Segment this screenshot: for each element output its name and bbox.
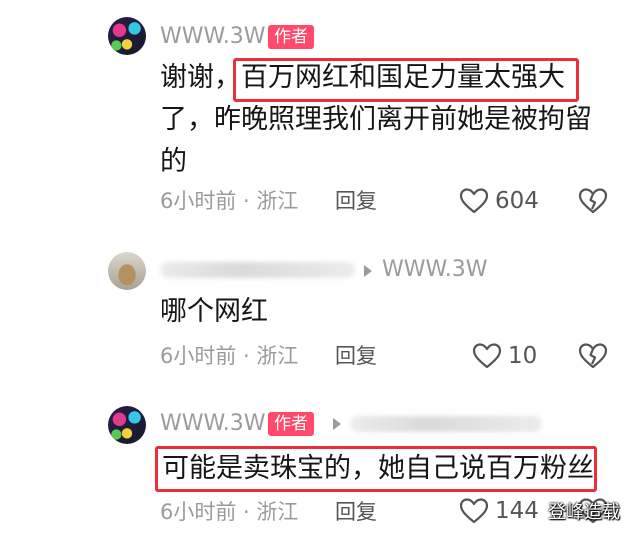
comment-time-location: 6小时前 · 浙江 (160, 189, 299, 213)
like-count: 604 (495, 188, 539, 214)
watermark: 登峰造载 (548, 502, 620, 523)
comment-time-location: 6小时前 · 浙江 (160, 500, 299, 524)
avatar[interactable] (108, 252, 146, 290)
like-count: 144 (495, 498, 539, 524)
broken-heart-icon[interactable] (578, 187, 608, 215)
like-count: 10 (508, 343, 538, 369)
blurred-username[interactable] (350, 416, 542, 432)
comment-username[interactable]: WWW.3W (160, 23, 265, 51)
avatar[interactable] (108, 406, 146, 444)
comment-text-prefix: 谢谢， (160, 62, 241, 93)
comment-text: 哪个网红 (160, 296, 268, 327)
comment-text-line: 的 (160, 146, 187, 177)
reply-arrow-icon (333, 418, 341, 430)
reply-button[interactable]: 回复 (335, 187, 377, 215)
comment-username[interactable]: WWW.3W (160, 410, 265, 438)
comment-text: 可能是卖珠宝的，她自己说百万粉丝 (162, 453, 594, 484)
heart-outline-icon[interactable] (459, 187, 489, 215)
broken-heart-icon[interactable] (578, 342, 608, 370)
reply-button[interactable]: 回复 (335, 498, 377, 526)
reply-button[interactable]: 回复 (335, 342, 377, 370)
author-badge: 作者 (268, 25, 314, 49)
blurred-username[interactable] (160, 262, 355, 278)
reply-to-username[interactable]: WWW.3W (382, 256, 487, 284)
heart-outline-icon[interactable] (459, 497, 489, 525)
heart-outline-icon[interactable] (472, 342, 502, 370)
reply-arrow-icon (364, 265, 372, 277)
author-badge: 作者 (268, 412, 314, 436)
comment-time-location: 6小时前 · 浙江 (160, 344, 299, 368)
comment-text-line: 了，昨晚照理我们离开前她是被拘留 (160, 104, 592, 135)
avatar[interactable] (108, 17, 146, 55)
highlight-box (233, 58, 579, 102)
